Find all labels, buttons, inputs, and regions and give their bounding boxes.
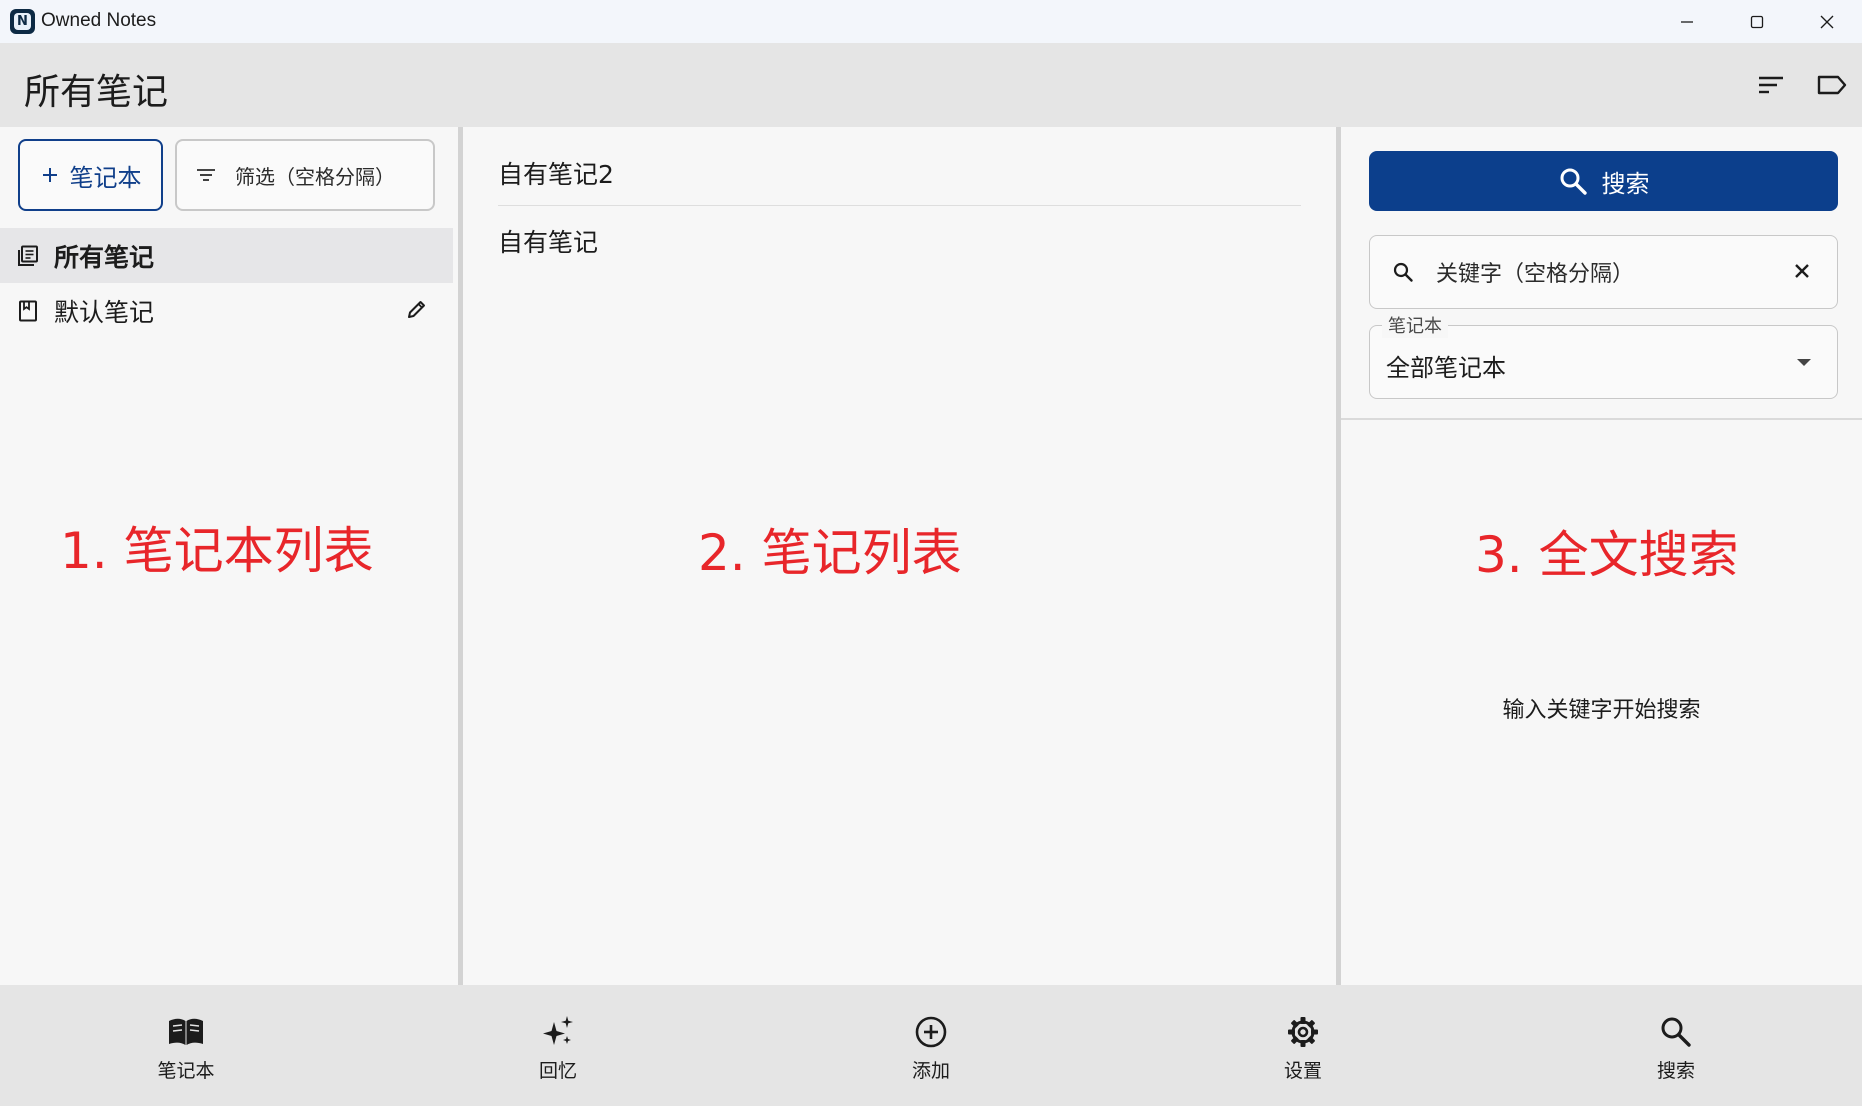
nav-label: 设置 [1283, 1060, 1322, 1082]
annotation-full-text-search: 3. 全文搜索 [1475, 526, 1739, 584]
annotation-notebook-list: 1. 笔记本列表 [60, 522, 374, 580]
nav-label: 添加 [911, 1060, 950, 1082]
notebook-select-label: 笔记本 [1382, 312, 1448, 338]
search-button[interactable]: 搜索 [1369, 151, 1838, 211]
minimize-icon [1681, 20, 1693, 23]
notebook-list-pane: 笔记本 筛选（空格分隔） 所有笔记 默认笔记 1. 笔记本列表 [0, 127, 458, 985]
notebook-filter-input[interactable]: 筛选（空格分隔） [175, 139, 435, 211]
notebook-filter-placeholder: 筛选（空格分隔） [235, 164, 395, 189]
search-icon [1560, 168, 1587, 195]
tag-button[interactable] [1814, 67, 1850, 103]
add-notebook-button[interactable]: 笔记本 [18, 139, 163, 211]
close-icon [1795, 264, 1809, 278]
nav-label: 笔记本 [157, 1060, 215, 1082]
nav-item-search[interactable]: 搜索 [1576, 985, 1776, 1106]
notebook-item-label: 默认笔记 [54, 297, 155, 327]
page-title: 所有笔记 [24, 72, 169, 113]
search-icon [1393, 262, 1413, 282]
search-hint: 输入关键字开始搜索 [1502, 698, 1701, 723]
sort-icon [1759, 76, 1783, 94]
bottom-navigation: 笔记本 回忆 添加 设置 搜索 [0, 985, 1862, 1106]
gear-icon [1283, 1012, 1323, 1052]
annotation-note-list: 2. 笔记列表 [698, 524, 962, 582]
notebook-select-value: 全部笔记本 [1386, 354, 1506, 382]
filter-icon [197, 169, 215, 181]
dropdown-arrow-icon [1797, 359, 1811, 366]
nav-item-settings[interactable]: 设置 [1203, 985, 1403, 1106]
book-open-icon [166, 1012, 206, 1052]
nav-label: 回忆 [538, 1060, 577, 1082]
sort-button[interactable] [1753, 67, 1789, 103]
app-logo-letter: N [14, 13, 31, 30]
keyword-placeholder: 关键字（空格分隔） [1436, 262, 1635, 287]
nav-item-recall[interactable]: 回忆 [458, 985, 658, 1106]
edit-notebook-button[interactable] [405, 297, 429, 327]
note-separator [498, 205, 1301, 206]
app-bar: 所有笔记 [0, 43, 1862, 127]
close-window-button[interactable] [1792, 0, 1862, 43]
notebook-select[interactable]: 笔记本 全部笔记本 [1369, 312, 1838, 399]
search-divider [1341, 418, 1862, 420]
close-icon [1820, 15, 1834, 28]
minimize-button[interactable] [1652, 0, 1722, 43]
label-tag-icon [1817, 75, 1847, 95]
nav-item-notebooks[interactable]: 笔记本 [86, 985, 286, 1106]
library-books-icon [18, 245, 38, 266]
search-icon [1656, 1012, 1696, 1052]
sparkles-icon [538, 1012, 578, 1052]
maximize-icon [1750, 15, 1764, 28]
app-logo-icon: N [10, 9, 35, 34]
plus-icon [42, 168, 57, 182]
window-title: Owned Notes [41, 10, 157, 31]
pencil-icon [408, 301, 425, 318]
add-circle-icon [911, 1012, 951, 1052]
notebook-item-label: 所有笔记 [54, 242, 155, 272]
note-list-pane: 自有笔记2 自有笔记 2. 笔记列表 [463, 127, 1336, 985]
notebook-item-default[interactable]: 默认笔记 [0, 283, 453, 338]
note-item[interactable]: 自有笔记2 [498, 155, 1301, 191]
note-item[interactable]: 自有笔记 [498, 223, 1301, 259]
keyword-search-input[interactable]: 关键字（空格分隔） [1369, 235, 1838, 309]
clear-keyword-button[interactable] [1789, 258, 1815, 290]
search-pane: 搜索 关键字（空格分隔） 笔记本 全部笔记本 3. 全文搜索 输入关键字开始搜索 [1341, 127, 1862, 985]
search-button-label: 搜索 [1601, 169, 1650, 198]
nav-label: 搜索 [1656, 1060, 1695, 1082]
maximize-button[interactable] [1722, 0, 1792, 43]
add-notebook-label: 笔记本 [69, 163, 142, 192]
window-titlebar: N Owned Notes [0, 0, 1862, 43]
nav-item-add[interactable]: 添加 [831, 985, 1031, 1106]
notebook-icon [19, 300, 37, 321]
notebook-item-all-notes[interactable]: 所有笔记 [0, 228, 453, 283]
